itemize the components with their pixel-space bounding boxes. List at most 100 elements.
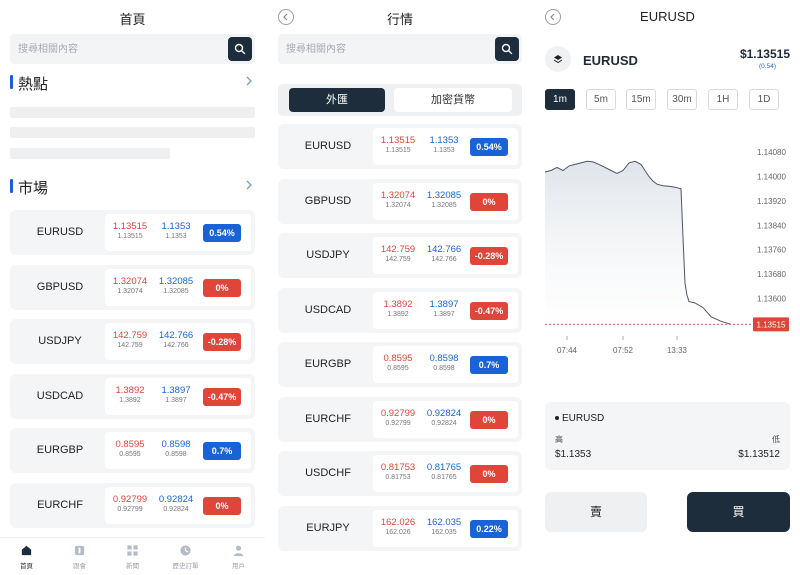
ask-price: 0.92824 0.92824 bbox=[419, 408, 469, 427]
bid-price: 0.81753 0.81753 bbox=[373, 462, 423, 481]
nav-news[interactable]: 新聞 bbox=[106, 538, 159, 575]
quote-row[interactable]: EURGBP 0.8595 0.8595 0.8598 0.8598 0.7% bbox=[10, 428, 255, 473]
bid-sub-value: 142.759 bbox=[385, 256, 411, 263]
bid-price: 0.8595 0.8595 bbox=[105, 439, 155, 458]
nav-follow[interactable]: 跟會 bbox=[53, 538, 106, 575]
x-tick-label: 07:52 bbox=[613, 346, 634, 355]
y-tick-label: 1.13680 bbox=[757, 270, 786, 279]
quote-card: 162.026 162.026 162.035 162.035 0.22% bbox=[373, 509, 518, 547]
ask-sub-value: 142.766 bbox=[163, 342, 189, 349]
search-input[interactable] bbox=[18, 34, 208, 64]
quote-row[interactable]: USDCAD 1.3892 1.3892 1.3897 1.3897 -0.47% bbox=[278, 287, 522, 333]
tab-crypto[interactable]: 加密貨幣 bbox=[394, 88, 512, 112]
quote-row[interactable]: USDCHF 0.81753 0.81753 0.81765 0.81765 0% bbox=[278, 451, 522, 496]
skeleton-line bbox=[10, 107, 255, 118]
ask-value: 1.1353 bbox=[161, 221, 191, 232]
y-tick-label: 1.14080 bbox=[757, 148, 786, 157]
ask-price: 0.81765 0.81765 bbox=[419, 462, 469, 481]
timeframe-30m[interactable]: 30m bbox=[667, 89, 697, 110]
nav-home[interactable]: 首頁 bbox=[0, 538, 53, 575]
nav-user[interactable]: 用戶 bbox=[212, 538, 265, 575]
quote-row[interactable]: EURUSD 1.13515 1.13515 1.1353 1.1353 0.54% bbox=[278, 124, 522, 169]
ask-sub-value: 1.1353 bbox=[433, 147, 455, 154]
market-section-header[interactable]: 市場 bbox=[10, 176, 255, 197]
hot-section-header[interactable]: 熱點 bbox=[10, 72, 255, 93]
change-badge: 0.54% bbox=[470, 138, 508, 156]
tab-forex[interactable]: 外匯 bbox=[289, 88, 385, 112]
timeframe-1h[interactable]: 1H bbox=[708, 89, 738, 110]
page-title: 行情 bbox=[386, 12, 413, 27]
bid-price: 1.32074 1.32074 bbox=[105, 276, 155, 295]
ask-sub-value: 0.92824 bbox=[431, 419, 457, 427]
ask-sub-value: 1.3897 bbox=[433, 310, 455, 318]
search-bar bbox=[10, 34, 255, 64]
bid-sub-value: 0.8595 bbox=[387, 365, 409, 372]
timeframe-15m[interactable]: 15m bbox=[626, 89, 656, 110]
quote-row[interactable]: USDJPY 142.759 142.759 142.766 142.766 -0.28% bbox=[10, 319, 255, 364]
ask-value: 0.81765 bbox=[426, 462, 462, 473]
quote-row[interactable]: EURCHF 0.92799 0.92799 0.92824 0.92824 0% bbox=[278, 396, 522, 442]
bid-sub-value: 1.13515 bbox=[117, 233, 143, 240]
chevron-right-icon[interactable] bbox=[243, 178, 255, 192]
bid-value: 0.8595 bbox=[115, 439, 145, 450]
search-button[interactable] bbox=[495, 37, 519, 61]
quote-symbol: EURCHF bbox=[305, 412, 351, 425]
skeleton-line bbox=[10, 148, 170, 159]
quote-row[interactable]: EURUSD 1.13515 1.13515 1.1353 1.1353 0.54% bbox=[10, 210, 255, 255]
chart-area bbox=[545, 161, 731, 335]
ask-value: 162.035 bbox=[426, 516, 462, 528]
ask-price: 0.92824 0.92824 bbox=[151, 494, 201, 513]
change-badge: 0.7% bbox=[470, 356, 508, 374]
quote-card: 1.32074 1.32074 1.32085 1.32085 0% bbox=[373, 182, 518, 220]
price-chart[interactable]: 1.14080 1.14000 1.13920 1.13840 1.13760 1.136… bbox=[535, 130, 800, 370]
quote-symbol: EURJPY bbox=[306, 521, 350, 534]
ask-value: 0.8598 bbox=[161, 439, 191, 450]
timeframe-5m[interactable]: 5m bbox=[586, 89, 616, 110]
nav-history[interactable]: 歷史訂單 bbox=[159, 538, 212, 575]
hot-section-title: 熱點 bbox=[18, 76, 49, 93]
search-input[interactable] bbox=[286, 34, 476, 64]
buy-button[interactable]: 買 bbox=[687, 492, 790, 532]
ask-sub-value: 142.766 bbox=[431, 256, 457, 263]
section-marker bbox=[10, 75, 13, 89]
quote-symbol: EURUSD bbox=[36, 226, 84, 238]
ask-price: 0.8598 0.8598 bbox=[419, 353, 469, 372]
bid-value: 1.32074 bbox=[380, 189, 416, 201]
market-section-title: 市場 bbox=[18, 180, 49, 197]
ask-value: 0.92824 bbox=[426, 407, 462, 419]
search-button[interactable] bbox=[228, 37, 252, 61]
home-icon bbox=[21, 545, 32, 556]
quote-card: 1.32074 1.32074 1.32085 1.32085 0% bbox=[105, 268, 251, 306]
quote-row[interactable]: EURGBP 0.8595 0.8595 0.8598 0.8598 0.7% bbox=[278, 342, 522, 387]
timeframe-1d[interactable]: 1D bbox=[749, 89, 779, 110]
ask-value: 142.766 bbox=[426, 244, 462, 255]
bid-value: 142.759 bbox=[112, 330, 148, 341]
chevron-right-icon[interactable] bbox=[243, 74, 255, 88]
bid-price: 142.759 142.759 bbox=[105, 330, 155, 349]
quote-row[interactable]: USDCAD 1.3892 1.3892 1.3897 1.3897 -0.47% bbox=[10, 373, 255, 419]
quote-row[interactable]: GBPUSD 1.32074 1.32074 1.32085 1.32085 0% bbox=[278, 178, 522, 224]
ask-sub-value: 1.1353 bbox=[165, 233, 187, 240]
ask-price: 1.32085 1.32085 bbox=[151, 276, 201, 295]
timeframe-1m[interactable]: 1m bbox=[545, 89, 575, 110]
symbol-header: EURUSD $1.13515 (0.54) bbox=[545, 46, 790, 76]
ask-price: 1.3897 1.3897 bbox=[419, 299, 469, 318]
ask-value: 1.1353 bbox=[429, 135, 459, 146]
bid-sub-value: 1.3892 bbox=[387, 310, 409, 318]
quote-row[interactable]: USDJPY 142.759 142.759 142.766 142.766 -0.28% bbox=[278, 233, 522, 278]
quote-row[interactable]: EURJPY 162.026 162.026 162.035 162.035 0.22% bbox=[278, 505, 522, 551]
quote-row[interactable]: GBPUSD 1.32074 1.32074 1.32085 1.32085 0% bbox=[10, 264, 255, 310]
change-badge: 0% bbox=[470, 410, 508, 429]
low-label: 低 bbox=[772, 435, 780, 444]
market-screen: 行情 外匯 加密貨幣 EURUSD1.135151.135151.13531.1… bbox=[268, 0, 532, 575]
history-icon bbox=[180, 545, 191, 556]
quote-symbol: USDJPY bbox=[38, 335, 82, 347]
ask-sub-value: 0.81765 bbox=[431, 474, 457, 481]
sell-button[interactable]: 賣 bbox=[545, 492, 647, 532]
ask-value: 0.8598 bbox=[429, 353, 459, 364]
ask-value: 1.32085 bbox=[426, 189, 462, 201]
quote-row[interactable]: EURCHF 0.92799 0.92799 0.92824 0.92824 0% bbox=[10, 482, 255, 528]
y-tick-label: 1.13760 bbox=[757, 246, 786, 255]
bid-price: 0.8595 0.8595 bbox=[373, 353, 423, 372]
bid-sub-value: 0.92799 bbox=[385, 419, 411, 427]
